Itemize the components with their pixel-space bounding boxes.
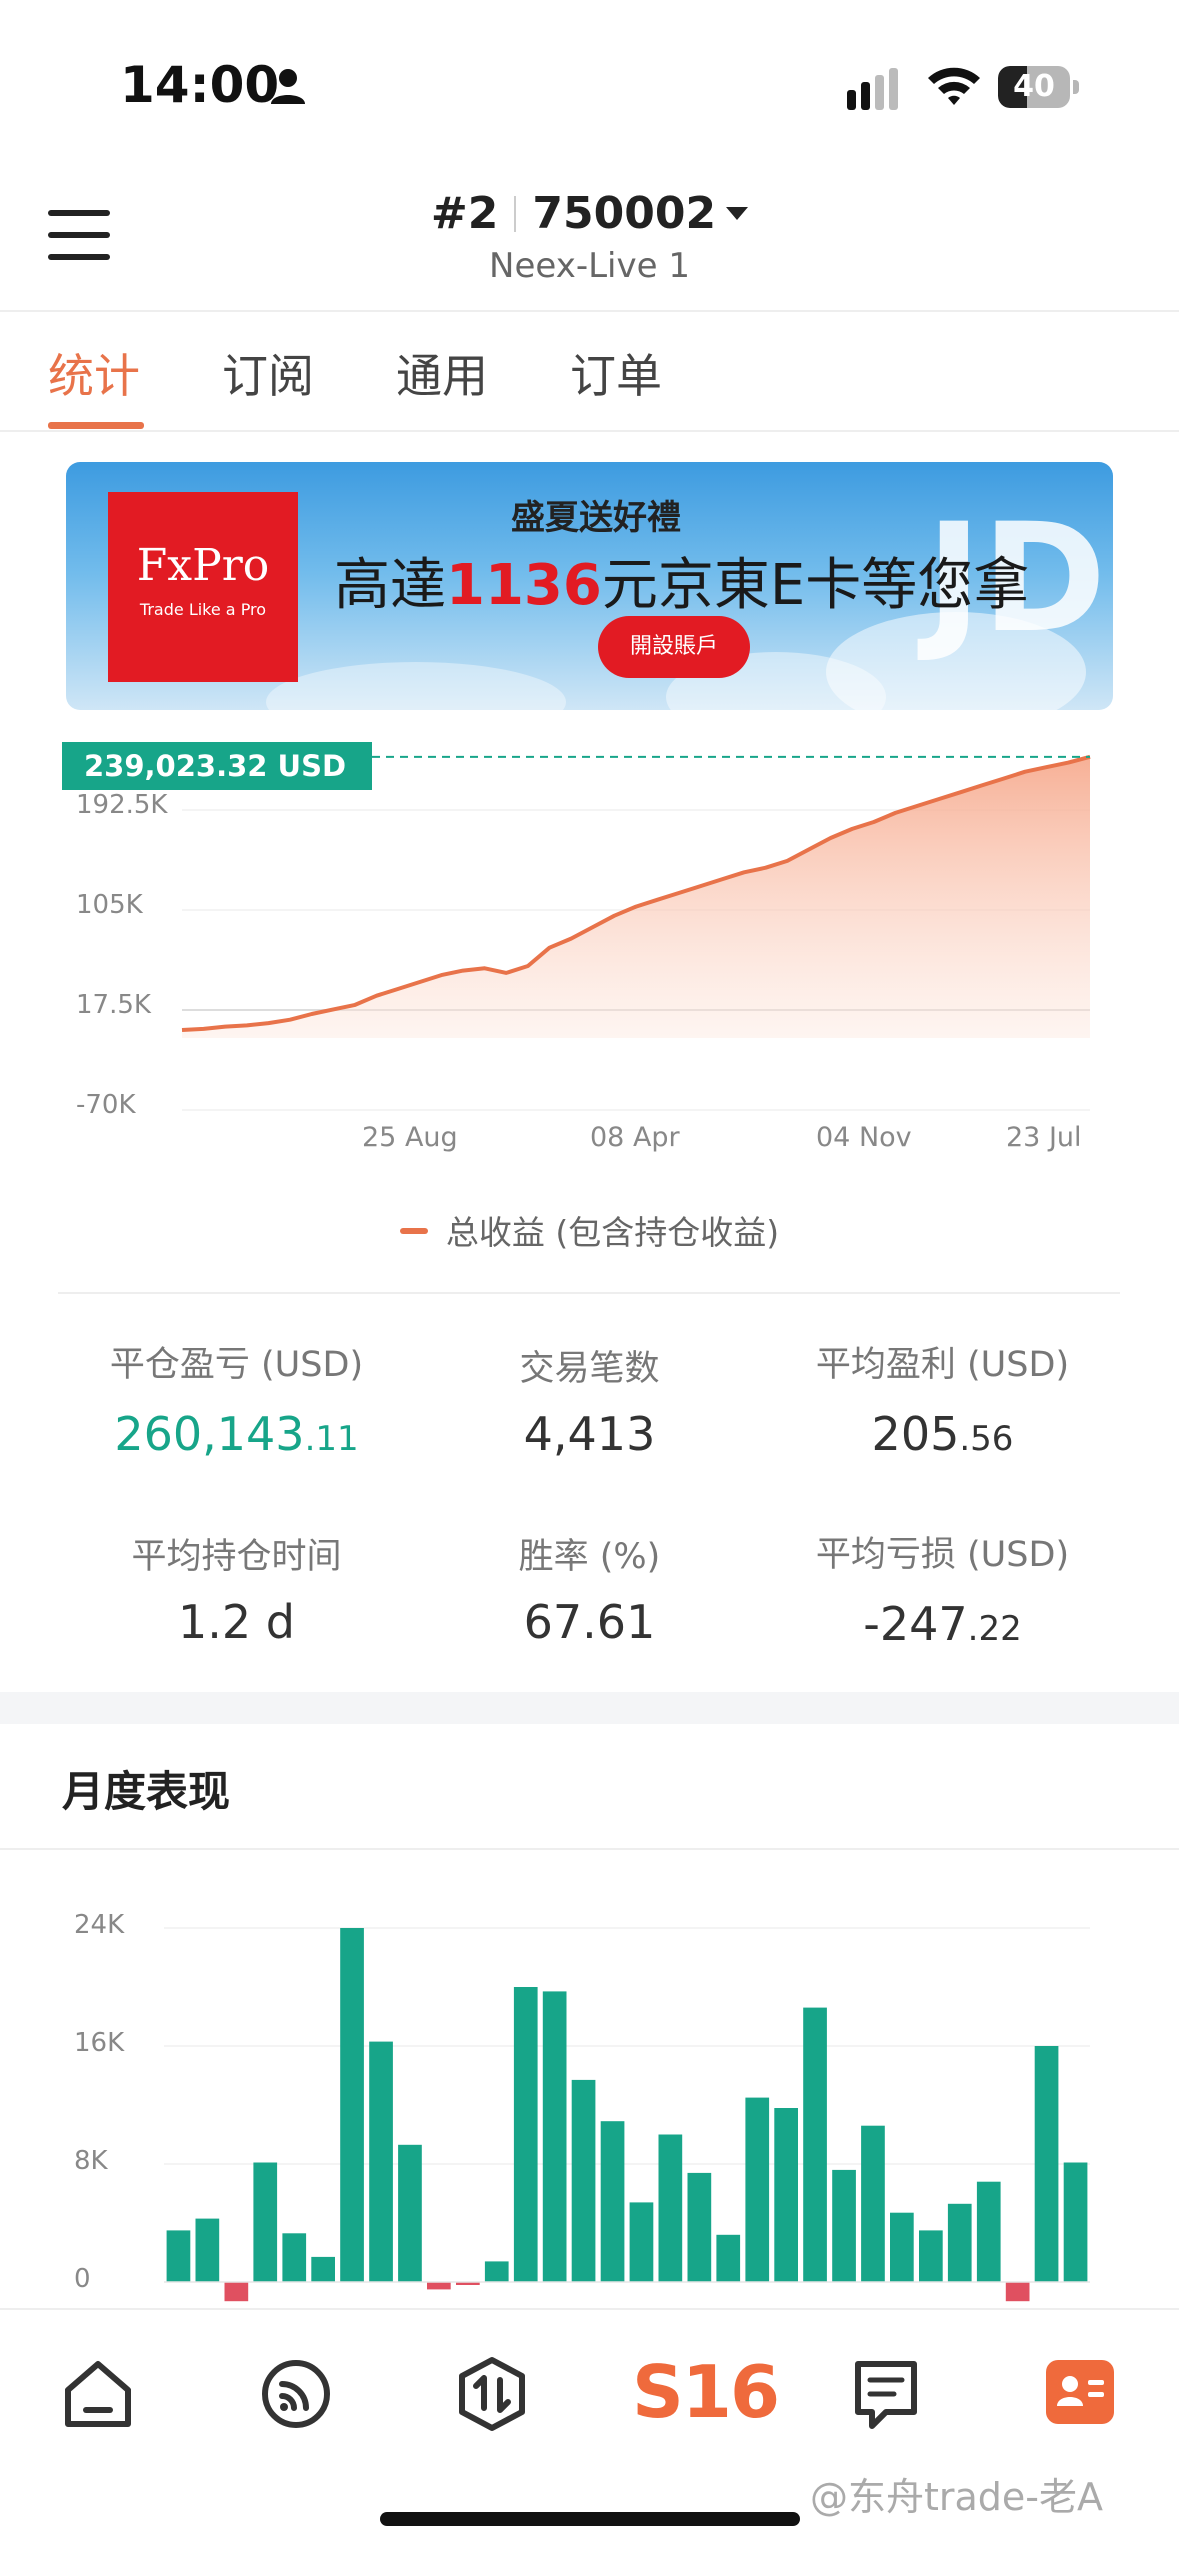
person-icon xyxy=(271,69,305,104)
month-bar xyxy=(1063,2162,1088,2282)
battery-indicator: 40 xyxy=(998,66,1080,108)
stat-avg-hold-time: 平均持仓时间 1.2 d xyxy=(131,1537,342,1649)
month-bar xyxy=(745,2097,770,2282)
y-tick-label: 8K xyxy=(74,2146,108,2176)
tab-general[interactable]: 通用 xyxy=(396,340,488,406)
month-bar xyxy=(369,2041,393,2282)
equity-area xyxy=(182,756,1090,1038)
messages-icon[interactable] xyxy=(846,2354,926,2434)
chart-legend: 总收益 (包含持仓收益) xyxy=(0,1206,1179,1254)
month-bar xyxy=(282,2233,307,2282)
stat-avg-loss: 平均亏损 (USD) -247.22 xyxy=(815,1535,1070,1651)
current-equity-badge: 239,023.32 USD xyxy=(62,742,373,790)
home-icon[interactable] xyxy=(58,2354,138,2434)
profile-card-icon[interactable] xyxy=(1046,2360,1114,2424)
tab-orders[interactable]: 订单 xyxy=(570,340,662,406)
stat-avg-profit: 平均盈利 (USD) 205.56 xyxy=(815,1345,1070,1461)
feed-signal-icon[interactable] xyxy=(256,2354,336,2434)
x-tick-label: 25 Aug xyxy=(362,1122,458,1153)
month-bar xyxy=(484,2261,509,2282)
wifi-icon xyxy=(928,67,980,105)
y-tick-label: 105K xyxy=(76,890,143,920)
month-bar xyxy=(224,2282,249,2302)
month-bar xyxy=(919,2230,943,2282)
promo-banner[interactable]: JD FxPro Trade Like a Pro 盛夏送好禮 高達1136元京… xyxy=(66,462,1113,710)
month-bar xyxy=(253,2162,278,2282)
home-indicator[interactable] xyxy=(380,2512,800,2526)
banner-offer-text: 高達1136元京東E卡等您拿 xyxy=(334,553,1030,618)
app-header: #2 750002 Neex-Live 1 xyxy=(0,170,1179,312)
watermark-text: @东舟trade-老A xyxy=(810,2475,1104,2519)
month-bar xyxy=(1005,2282,1030,2302)
account-index: #2 xyxy=(430,188,499,239)
s16-event-button[interactable]: S16 xyxy=(632,2350,780,2434)
month-bar xyxy=(803,2007,827,2282)
equity-chart: 192.5K 105K 17.5K -70K 25 Aug 08 Apr 04 … xyxy=(0,730,1179,1170)
month-bar xyxy=(513,1987,538,2282)
month-bar xyxy=(542,1991,567,2282)
status-bar: 14:00 40 xyxy=(0,0,1179,170)
status-time: 14:00 xyxy=(120,56,280,114)
month-bar xyxy=(195,2218,220,2282)
monthly-performance-title: 月度表现 xyxy=(62,1767,231,1816)
account-number: 750002 xyxy=(532,188,717,239)
month-bar xyxy=(1034,2046,1059,2282)
y-tick-label: 24K xyxy=(74,1910,125,1940)
banner-headline: 盛夏送好禮 xyxy=(511,498,681,538)
month-bar xyxy=(340,1928,364,2282)
stat-win-rate: 胜率 (%) 67.61 xyxy=(518,1537,661,1649)
stat-trade-count: 交易笔数 4,413 xyxy=(519,1349,660,1461)
month-bar xyxy=(774,2108,798,2282)
tab-statistics[interactable]: 统计 xyxy=(48,340,140,406)
month-bar xyxy=(629,2202,654,2282)
y-tick-label: 192.5K xyxy=(76,790,168,820)
month-bar xyxy=(166,2230,191,2282)
fxpro-logo: FxPro Trade Like a Pro xyxy=(108,492,298,682)
equity-chart-svg xyxy=(181,754,1091,1111)
month-bar xyxy=(600,2121,625,2282)
y-tick-label: 0 xyxy=(74,2264,91,2294)
x-tick-label: 08 Apr xyxy=(590,1122,680,1153)
month-bar xyxy=(311,2256,335,2282)
month-bar xyxy=(832,2169,856,2282)
month-bar xyxy=(398,2144,422,2282)
account-selector[interactable]: #2 750002 xyxy=(0,188,1179,239)
monthly-chart-svg xyxy=(164,1927,1090,2302)
active-tab-indicator xyxy=(48,422,144,429)
stat-closed-pnl: 平仓盈亏 (USD) 260,143.11 xyxy=(109,1345,364,1461)
month-bar xyxy=(571,2079,596,2282)
monthly-bar-chart: 24K 16K 8K 0 xyxy=(0,1880,1179,2310)
cellular-signal-icon xyxy=(847,68,898,110)
month-bar xyxy=(947,2203,972,2282)
month-bar xyxy=(976,2181,1001,2282)
legend-swatch xyxy=(399,1228,428,1234)
x-tick-label: 23 Jul xyxy=(1006,1122,1082,1153)
battery-percent: 40 xyxy=(1013,69,1055,104)
open-account-button[interactable]: 開設賬戶 xyxy=(598,616,750,678)
x-tick-label: 04 Nov xyxy=(816,1122,912,1153)
month-bar xyxy=(890,2212,914,2282)
month-bar xyxy=(716,2234,741,2282)
month-bar xyxy=(427,2282,451,2290)
legend-label: 总收益 (包含持仓收益) xyxy=(445,1213,780,1252)
month-bar xyxy=(687,2172,712,2282)
tab-subscribe[interactable]: 订阅 xyxy=(222,340,314,406)
y-tick-label: 17.5K xyxy=(76,990,151,1020)
trade-icon[interactable] xyxy=(452,2354,532,2434)
chevron-down-icon xyxy=(726,207,749,220)
server-name: Neex-Live 1 xyxy=(489,246,690,286)
y-tick-label: 16K xyxy=(74,2028,125,2058)
y-tick-label: -70K xyxy=(76,1090,136,1120)
month-bar xyxy=(658,2134,683,2282)
month-bar xyxy=(861,2125,885,2282)
